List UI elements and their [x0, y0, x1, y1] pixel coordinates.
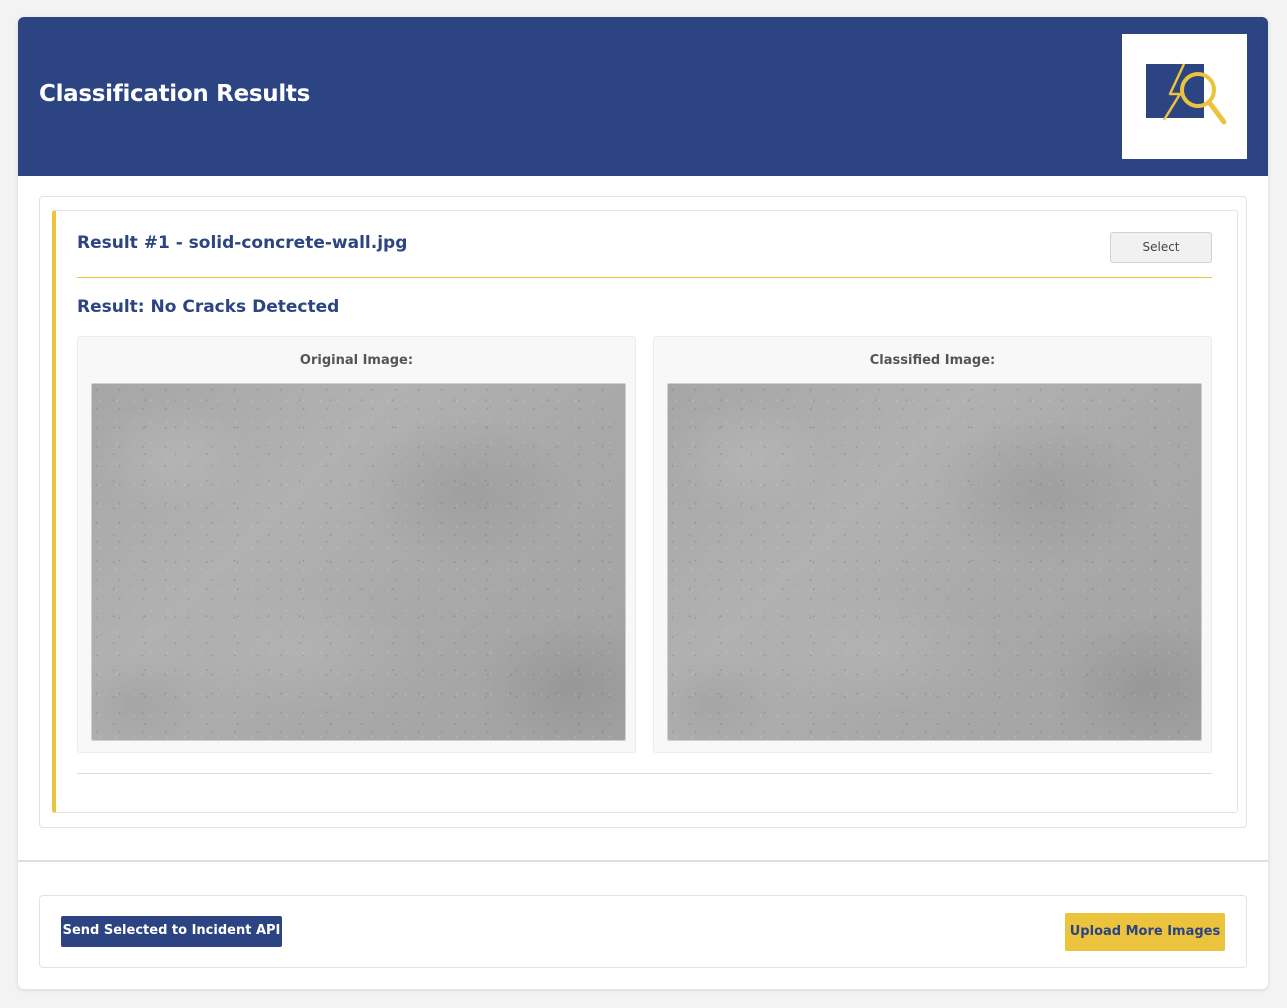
- page-title: Classification Results: [39, 81, 310, 107]
- crack-inspection-logo-icon: [1146, 63, 1227, 125]
- result-divider: [77, 277, 1212, 278]
- classified-image: [667, 383, 1202, 741]
- footer-actions: Send Selected to Incident API Upload Mor…: [39, 895, 1247, 968]
- original-image-label: Original Image:: [299, 353, 414, 368]
- result-status: Result: No Cracks Detected: [77, 297, 340, 317]
- original-image: [91, 383, 626, 741]
- select-button[interactable]: Select: [1110, 232, 1212, 263]
- classified-image-label: Classified Image:: [869, 353, 996, 368]
- results-container: Result #1 - solid-concrete-wall.jpg Sele…: [39, 196, 1247, 828]
- logo: [1122, 34, 1247, 159]
- result-bottom-divider: [77, 773, 1212, 774]
- main-card: Classification Results Result #1 - solid…: [18, 17, 1268, 989]
- footer-separator: [18, 860, 1268, 862]
- classified-image-panel: Classified Image:: [653, 336, 1212, 753]
- result-card: Result #1 - solid-concrete-wall.jpg Sele…: [52, 210, 1238, 813]
- upload-more-images-button[interactable]: Upload More Images: [1065, 913, 1225, 951]
- result-title: Result #1 - solid-concrete-wall.jpg: [77, 233, 408, 253]
- original-image-panel: Original Image:: [77, 336, 636, 753]
- header-bar: Classification Results: [18, 17, 1268, 176]
- send-to-incident-api-button[interactable]: Send Selected to Incident API: [61, 916, 282, 947]
